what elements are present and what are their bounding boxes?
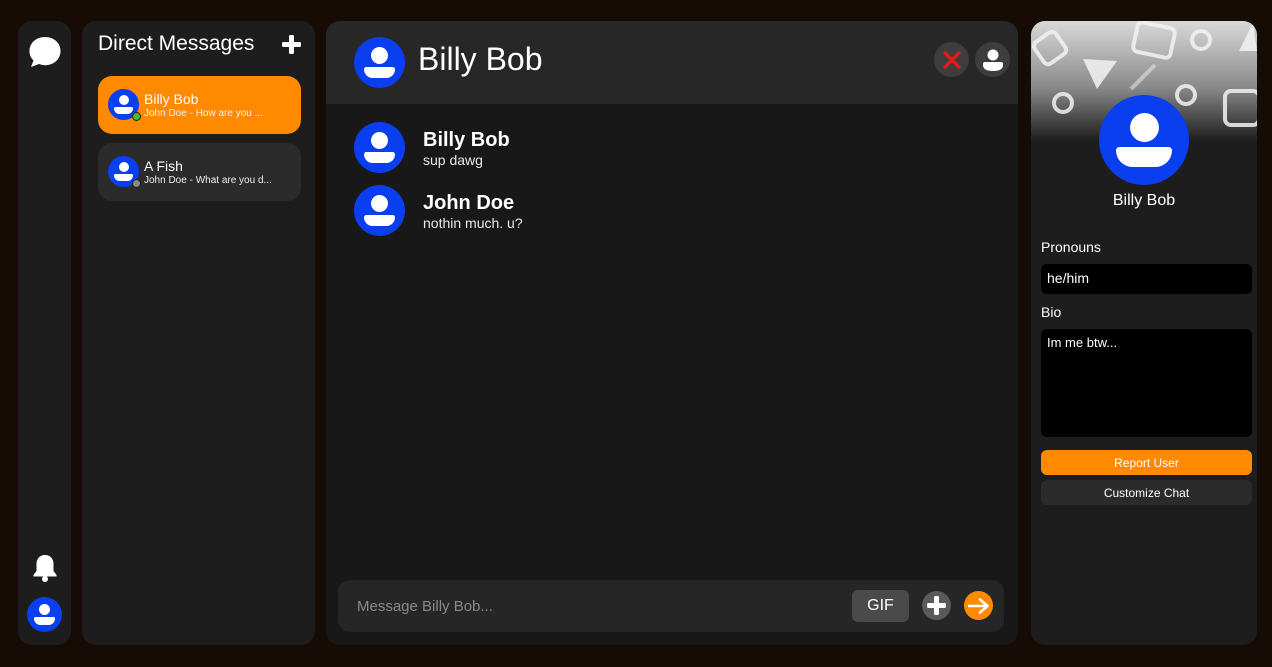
user-avatar-icon xyxy=(27,597,62,632)
plus-icon xyxy=(282,35,301,54)
send-button[interactable] xyxy=(964,591,993,620)
nav-rail xyxy=(18,21,71,645)
avatar xyxy=(354,37,405,88)
profile-name: Billy Bob xyxy=(1112,192,1176,209)
message-item: Billy Bob sup dawg xyxy=(354,122,954,174)
avatar xyxy=(108,156,141,188)
dm-item-a-fish[interactable]: A Fish John Doe - What are you d... xyxy=(98,143,301,201)
profile-avatar xyxy=(1099,95,1189,185)
status-online-icon xyxy=(132,112,141,121)
notifications-button[interactable] xyxy=(27,550,62,585)
bio-field: Im me btw... xyxy=(1041,329,1252,437)
chat-bubble-icon xyxy=(29,36,60,67)
dm-item-preview: John Doe - What are you d... xyxy=(144,175,272,186)
customize-chat-button[interactable]: Customize Chat xyxy=(1041,480,1252,505)
direct-messages-panel: Direct Messages Billy Bob John Doe - How… xyxy=(82,21,315,645)
plus-icon xyxy=(927,596,946,615)
message-author: John Doe xyxy=(423,192,515,214)
dm-item-name: A Fish xyxy=(144,158,183,174)
avatar xyxy=(354,122,405,173)
status-offline-icon xyxy=(132,179,141,188)
pronouns-label: Pronouns xyxy=(1041,239,1101,255)
gif-button[interactable]: GIF xyxy=(852,590,909,622)
attach-button[interactable] xyxy=(922,591,951,620)
pronouns-field: he/him xyxy=(1041,264,1252,294)
chat-panel: Billy Bob Billy Bob sup dawg John Doe no… xyxy=(326,21,1018,645)
bio-label: Bio xyxy=(1041,304,1062,320)
message-composer: GIF xyxy=(338,580,1004,632)
avatar xyxy=(108,89,141,121)
my-profile-button[interactable] xyxy=(27,597,62,632)
message-input[interactable] xyxy=(338,580,838,632)
message-text: nothin much. u? xyxy=(423,215,523,231)
dm-item-billy-bob[interactable]: Billy Bob John Doe - How are you ... xyxy=(98,76,301,134)
view-profile-button[interactable] xyxy=(975,42,1010,77)
avatar xyxy=(354,185,405,236)
close-chat-button[interactable] xyxy=(934,42,969,77)
chats-nav-button[interactable] xyxy=(27,34,62,69)
user-icon xyxy=(982,49,1003,71)
new-dm-button[interactable] xyxy=(281,34,302,55)
dm-item-name: Billy Bob xyxy=(144,91,199,107)
profile-panel: Billy Bob Pronouns he/him Bio Im me btw.… xyxy=(1031,21,1257,645)
dm-title: Direct Messages xyxy=(98,32,255,55)
dm-item-preview: John Doe - How are you ... xyxy=(144,108,263,119)
bell-icon xyxy=(33,554,56,582)
message-author: Billy Bob xyxy=(423,129,510,151)
message-item: John Doe nothin much. u? xyxy=(354,185,954,237)
report-user-button[interactable]: Report User xyxy=(1041,450,1252,475)
message-text: sup dawg xyxy=(423,152,483,168)
close-icon xyxy=(942,50,961,69)
arrow-right-icon xyxy=(967,597,989,614)
chat-header: Billy Bob xyxy=(326,21,1018,104)
chat-title: Billy Bob xyxy=(418,41,543,77)
